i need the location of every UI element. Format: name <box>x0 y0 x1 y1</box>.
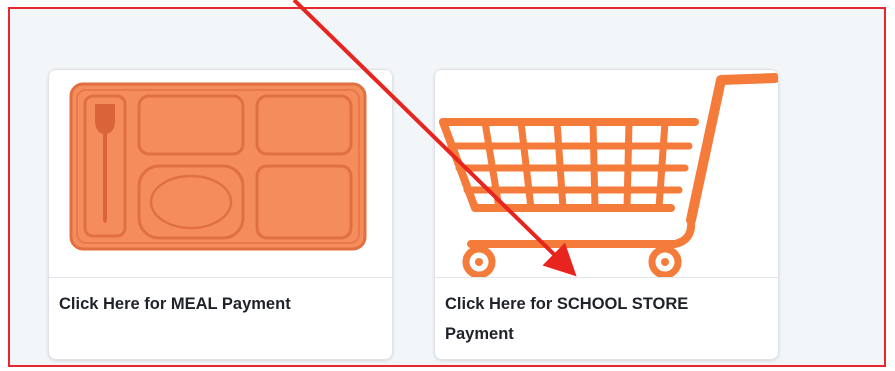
meal-tray-icon <box>69 82 367 251</box>
highlight-frame: Click Here for MEAL Payment Click Here f… <box>8 7 886 367</box>
meal-card-image[interactable] <box>49 70 392 278</box>
meal-payment-card[interactable]: Click Here for MEAL Payment <box>48 69 393 360</box>
school-store-payment-card[interactable]: Click Here for SCHOOL STORE Payment <box>434 69 779 360</box>
meal-payment-label[interactable]: Click Here for MEAL Payment <box>59 289 349 319</box>
school-store-payment-label[interactable]: Click Here for SCHOOL STORE Payment <box>445 289 735 349</box>
store-card-image[interactable] <box>435 70 778 278</box>
shopping-cart-icon <box>439 73 778 277</box>
